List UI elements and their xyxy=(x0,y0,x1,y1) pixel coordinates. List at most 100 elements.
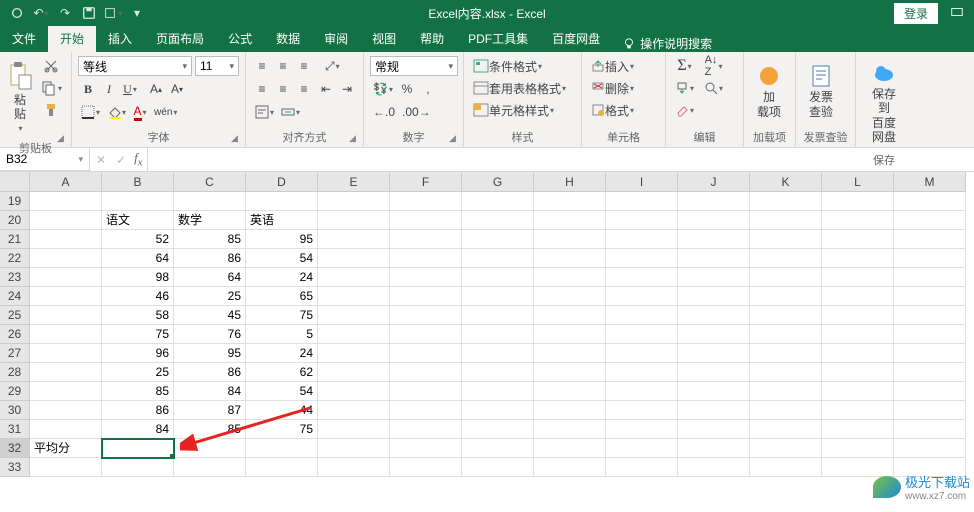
cell-J32[interactable] xyxy=(678,439,750,458)
col-header-B[interactable]: B xyxy=(102,172,174,192)
cell-D25[interactable]: 75 xyxy=(246,306,318,325)
align-left-button[interactable]: ≡ xyxy=(252,79,272,99)
cell-F26[interactable] xyxy=(390,325,462,344)
fx-button[interactable]: fx xyxy=(134,150,142,169)
cell-K28[interactable] xyxy=(750,363,822,382)
tab-baidu[interactable]: 百度网盘 xyxy=(540,25,612,52)
cell-M29[interactable] xyxy=(894,382,966,401)
cell-F28[interactable] xyxy=(390,363,462,382)
cell-D20[interactable]: 英语 xyxy=(246,211,318,230)
cell-C25[interactable]: 45 xyxy=(174,306,246,325)
clear-button[interactable]: ▾ xyxy=(672,100,697,120)
ribbon-display-button[interactable] xyxy=(946,5,968,22)
cell-H28[interactable] xyxy=(534,363,606,382)
cell-J28[interactable] xyxy=(678,363,750,382)
tab-file[interactable]: 文件 xyxy=(0,25,48,52)
cell-F29[interactable] xyxy=(390,382,462,401)
cell-E28[interactable] xyxy=(318,363,390,382)
font-size-combo[interactable]: 11▾ xyxy=(195,56,239,76)
align-middle-button[interactable]: ≡ xyxy=(273,56,293,76)
tab-insert[interactable]: 插入 xyxy=(96,25,144,52)
format-painter-button[interactable] xyxy=(38,100,65,120)
cell-B23[interactable]: 98 xyxy=(102,268,174,287)
cell-I31[interactable] xyxy=(606,420,678,439)
cell-F31[interactable] xyxy=(390,420,462,439)
cell-H29[interactable] xyxy=(534,382,606,401)
cell-J29[interactable] xyxy=(678,382,750,401)
cell-styles-button[interactable]: 单元格样式▾ xyxy=(470,100,575,120)
cell-J27[interactable] xyxy=(678,344,750,363)
cell-B20[interactable]: 语文 xyxy=(102,211,174,230)
col-header-J[interactable]: J xyxy=(678,172,750,192)
cell-G25[interactable] xyxy=(462,306,534,325)
cell-C29[interactable]: 84 xyxy=(174,382,246,401)
cell-A20[interactable] xyxy=(30,211,102,230)
cell-C24[interactable]: 25 xyxy=(174,287,246,306)
format-cells-button[interactable]: 格式▾ xyxy=(588,100,659,120)
col-header-L[interactable]: L xyxy=(822,172,894,192)
cell-K33[interactable] xyxy=(750,458,822,477)
percent-button[interactable]: % xyxy=(397,79,417,99)
cell-A29[interactable] xyxy=(30,382,102,401)
cell-C26[interactable]: 76 xyxy=(174,325,246,344)
cell-F20[interactable] xyxy=(390,211,462,230)
cell-B21[interactable]: 52 xyxy=(102,230,174,249)
cell-K20[interactable] xyxy=(750,211,822,230)
cell-D23[interactable]: 24 xyxy=(246,268,318,287)
autosum-button[interactable]: Σ▾ xyxy=(672,56,697,76)
col-header-H[interactable]: H xyxy=(534,172,606,192)
cell-A31[interactable] xyxy=(30,420,102,439)
cell-J25[interactable] xyxy=(678,306,750,325)
cell-H25[interactable] xyxy=(534,306,606,325)
cell-F30[interactable] xyxy=(390,401,462,420)
cell-H23[interactable] xyxy=(534,268,606,287)
row-header-27[interactable]: 27 xyxy=(0,344,30,363)
cell-D24[interactable]: 65 xyxy=(246,287,318,306)
cell-M23[interactable] xyxy=(894,268,966,287)
autosave-toggle[interactable] xyxy=(6,2,28,24)
row-header-24[interactable]: 24 xyxy=(0,287,30,306)
cell-K21[interactable] xyxy=(750,230,822,249)
cut-button[interactable] xyxy=(38,56,65,76)
increase-indent-button[interactable]: ⇥ xyxy=(337,79,357,99)
cell-J21[interactable] xyxy=(678,230,750,249)
cell-M27[interactable] xyxy=(894,344,966,363)
cell-H21[interactable] xyxy=(534,230,606,249)
align-center-button[interactable]: ≡ xyxy=(273,79,293,99)
cell-D28[interactable]: 62 xyxy=(246,363,318,382)
paste-button[interactable]: 粘贴▾ xyxy=(6,56,34,138)
col-header-D[interactable]: D xyxy=(246,172,318,192)
cell-I32[interactable] xyxy=(606,439,678,458)
row-header-19[interactable]: 19 xyxy=(0,192,30,211)
cell-H32[interactable] xyxy=(534,439,606,458)
cell-G22[interactable] xyxy=(462,249,534,268)
cell-G29[interactable] xyxy=(462,382,534,401)
cell-E19[interactable] xyxy=(318,192,390,211)
cell-G30[interactable] xyxy=(462,401,534,420)
find-button[interactable]: ▾ xyxy=(701,78,726,98)
cell-K31[interactable] xyxy=(750,420,822,439)
cell-I30[interactable] xyxy=(606,401,678,420)
addins-button[interactable]: 加 载项 xyxy=(750,56,788,127)
cell-J26[interactable] xyxy=(678,325,750,344)
cell-L30[interactable] xyxy=(822,401,894,420)
cell-E20[interactable] xyxy=(318,211,390,230)
decrease-indent-button[interactable]: ⇤ xyxy=(316,79,336,99)
cell-E22[interactable] xyxy=(318,249,390,268)
cell-D19[interactable] xyxy=(246,192,318,211)
fill-color-button[interactable]: ▾ xyxy=(104,102,129,122)
cell-K19[interactable] xyxy=(750,192,822,211)
cell-E29[interactable] xyxy=(318,382,390,401)
cell-E31[interactable] xyxy=(318,420,390,439)
col-header-F[interactable]: F xyxy=(390,172,462,192)
cell-I22[interactable] xyxy=(606,249,678,268)
cell-C22[interactable]: 86 xyxy=(174,249,246,268)
cell-E26[interactable] xyxy=(318,325,390,344)
qa-more-button[interactable]: ▾ xyxy=(102,2,124,24)
cell-B27[interactable]: 96 xyxy=(102,344,174,363)
fill-button[interactable]: ▾ xyxy=(672,78,697,98)
cell-K25[interactable] xyxy=(750,306,822,325)
login-button[interactable]: 登录 xyxy=(894,3,938,24)
cell-I26[interactable] xyxy=(606,325,678,344)
cell-E32[interactable] xyxy=(318,439,390,458)
